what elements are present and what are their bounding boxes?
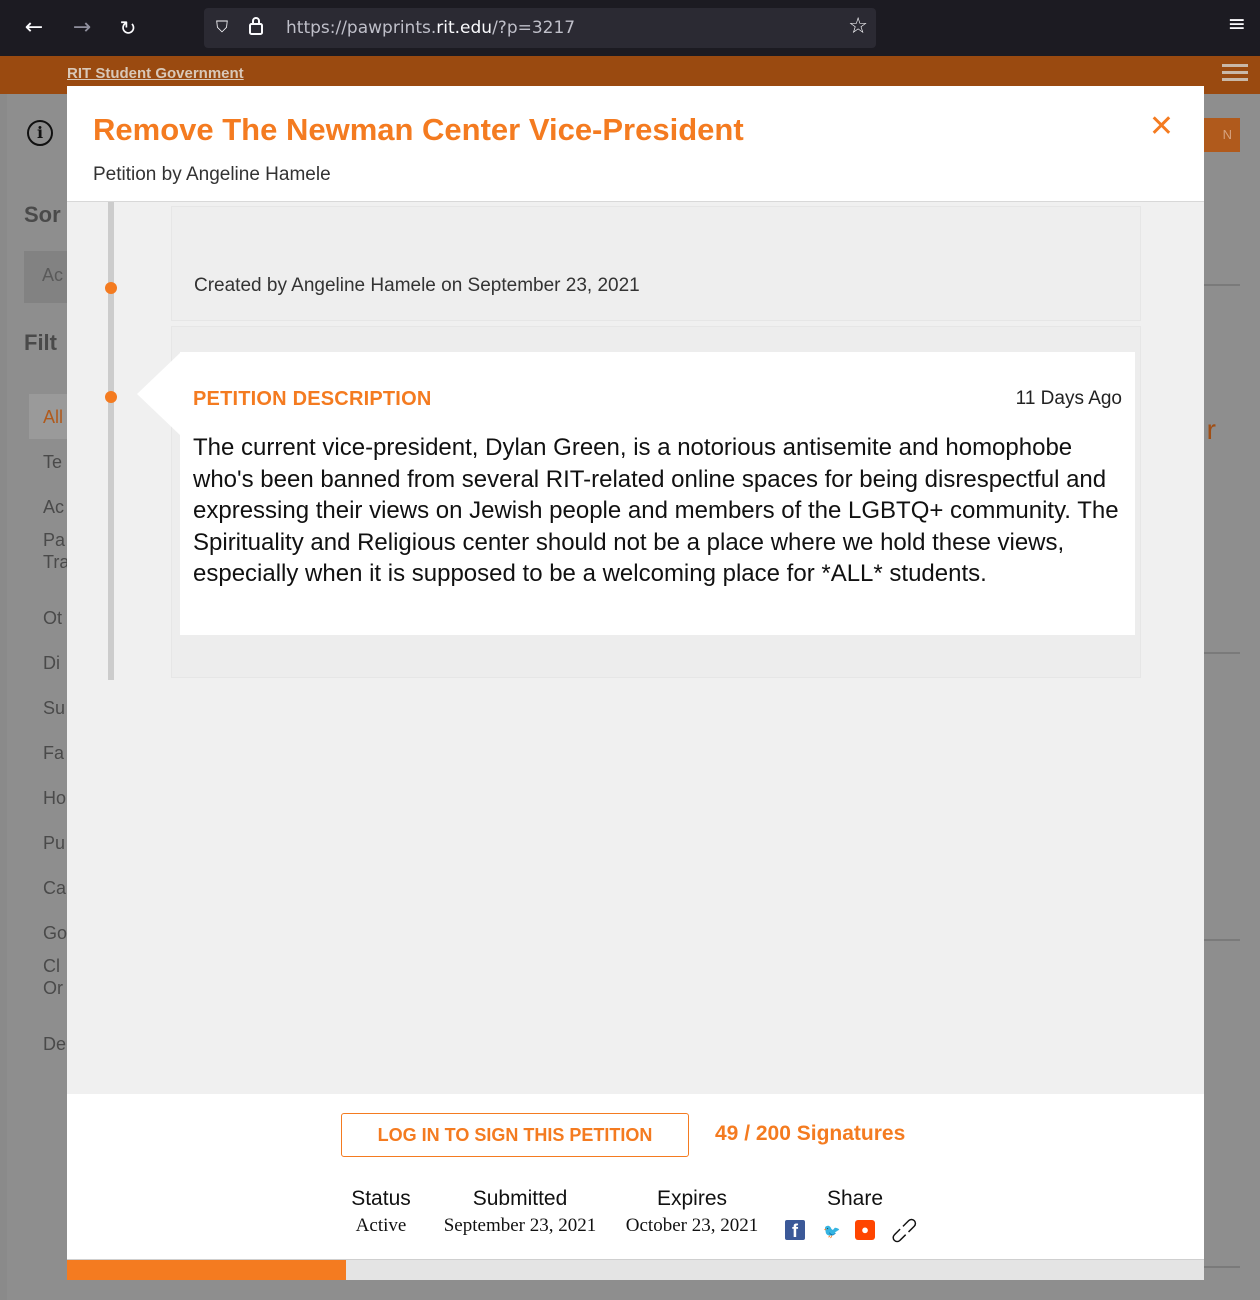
- sort-heading: Sor: [24, 202, 61, 227]
- status-value: Active: [355, 1215, 407, 1236]
- petition-description-card: PETITION DESCRIPTION 11 Days Ago The cur…: [180, 352, 1135, 635]
- expires-field: Expires October 23, 2021: [622, 1187, 762, 1237]
- timeline-dot: [105, 282, 117, 294]
- shield-icon[interactable]: ⛉: [216, 17, 234, 37]
- signature-count: 49 / 200 Signatures: [715, 1122, 906, 1145]
- created-text: Created by Angeline Hamele on September …: [194, 275, 640, 296]
- status-field: Status Active: [347, 1187, 415, 1237]
- bookmark-star-icon[interactable]: ☆: [848, 14, 868, 39]
- description-body: The current vice-president, Dylan Green,…: [193, 434, 1119, 587]
- petition-author: Petition by Angeline Hamele: [93, 164, 331, 185]
- address-bar[interactable]: ⛉ https://pawprints.rit.edu/?p=3217 ☆: [204, 8, 876, 48]
- hamburger-menu-icon[interactable]: ≡: [1228, 12, 1246, 37]
- modal-footer: LOG IN TO SIGN THIS PETITION 49 / 200 Si…: [67, 1094, 1204, 1259]
- close-icon[interactable]: ✕: [1149, 110, 1174, 144]
- forward-arrow-icon[interactable]: →: [64, 10, 100, 46]
- submitted-label: Submitted: [472, 1187, 568, 1210]
- description-pointer: [137, 352, 181, 436]
- share-label: Share: [826, 1187, 884, 1210]
- filter-heading: Filt: [24, 330, 57, 355]
- link-icon[interactable]: ⊂⊃: [883, 1210, 924, 1251]
- petition-modal: Remove The Newman Center Vice-President …: [67, 86, 1204, 1280]
- reload-icon[interactable]: ↻: [110, 10, 146, 46]
- description-heading: PETITION DESCRIPTION: [193, 388, 432, 410]
- status-label: Status: [351, 1187, 411, 1210]
- lock-icon[interactable]: [248, 16, 266, 38]
- submitted-field: Submitted September 23, 2021: [437, 1187, 603, 1237]
- browser-toolbar: ← → ↻ ⛉ https://pawprints.rit.edu/?p=321…: [0, 0, 1260, 56]
- timeline-dot: [105, 391, 117, 403]
- modal-header: Remove The Newman Center Vice-President …: [67, 86, 1204, 202]
- petition-title: Remove The Newman Center Vice-President: [93, 112, 744, 147]
- submitted-value: September 23, 2021: [443, 1215, 597, 1236]
- site-title-link[interactable]: RIT Student Government: [67, 65, 244, 82]
- background-partial-text: r: [1206, 414, 1216, 445]
- expires-value: October 23, 2021: [625, 1215, 759, 1236]
- expires-label: Expires: [656, 1187, 728, 1210]
- sign-petition-button[interactable]: LOG IN TO SIGN THIS PETITION: [341, 1113, 689, 1157]
- timeline-event-created: Created by Angeline Hamele on September …: [171, 206, 1141, 321]
- share-field: Share: [815, 1187, 895, 1211]
- twitter-icon[interactable]: 🐦: [823, 1224, 840, 1240]
- info-icon: i: [27, 120, 53, 146]
- site-menu-icon[interactable]: [1222, 64, 1248, 84]
- signature-progress-bar: [67, 1259, 1204, 1280]
- description-timestamp: 11 Days Ago: [1015, 388, 1122, 409]
- back-arrow-icon[interactable]: ←: [16, 10, 52, 46]
- timeline-line: [108, 202, 114, 680]
- reddit-icon[interactable]: ●: [855, 1220, 875, 1240]
- url-text[interactable]: https://pawprints.rit.edu/?p=3217: [286, 18, 575, 38]
- signature-progress-fill: [67, 1260, 346, 1280]
- facebook-icon[interactable]: f: [785, 1220, 805, 1241]
